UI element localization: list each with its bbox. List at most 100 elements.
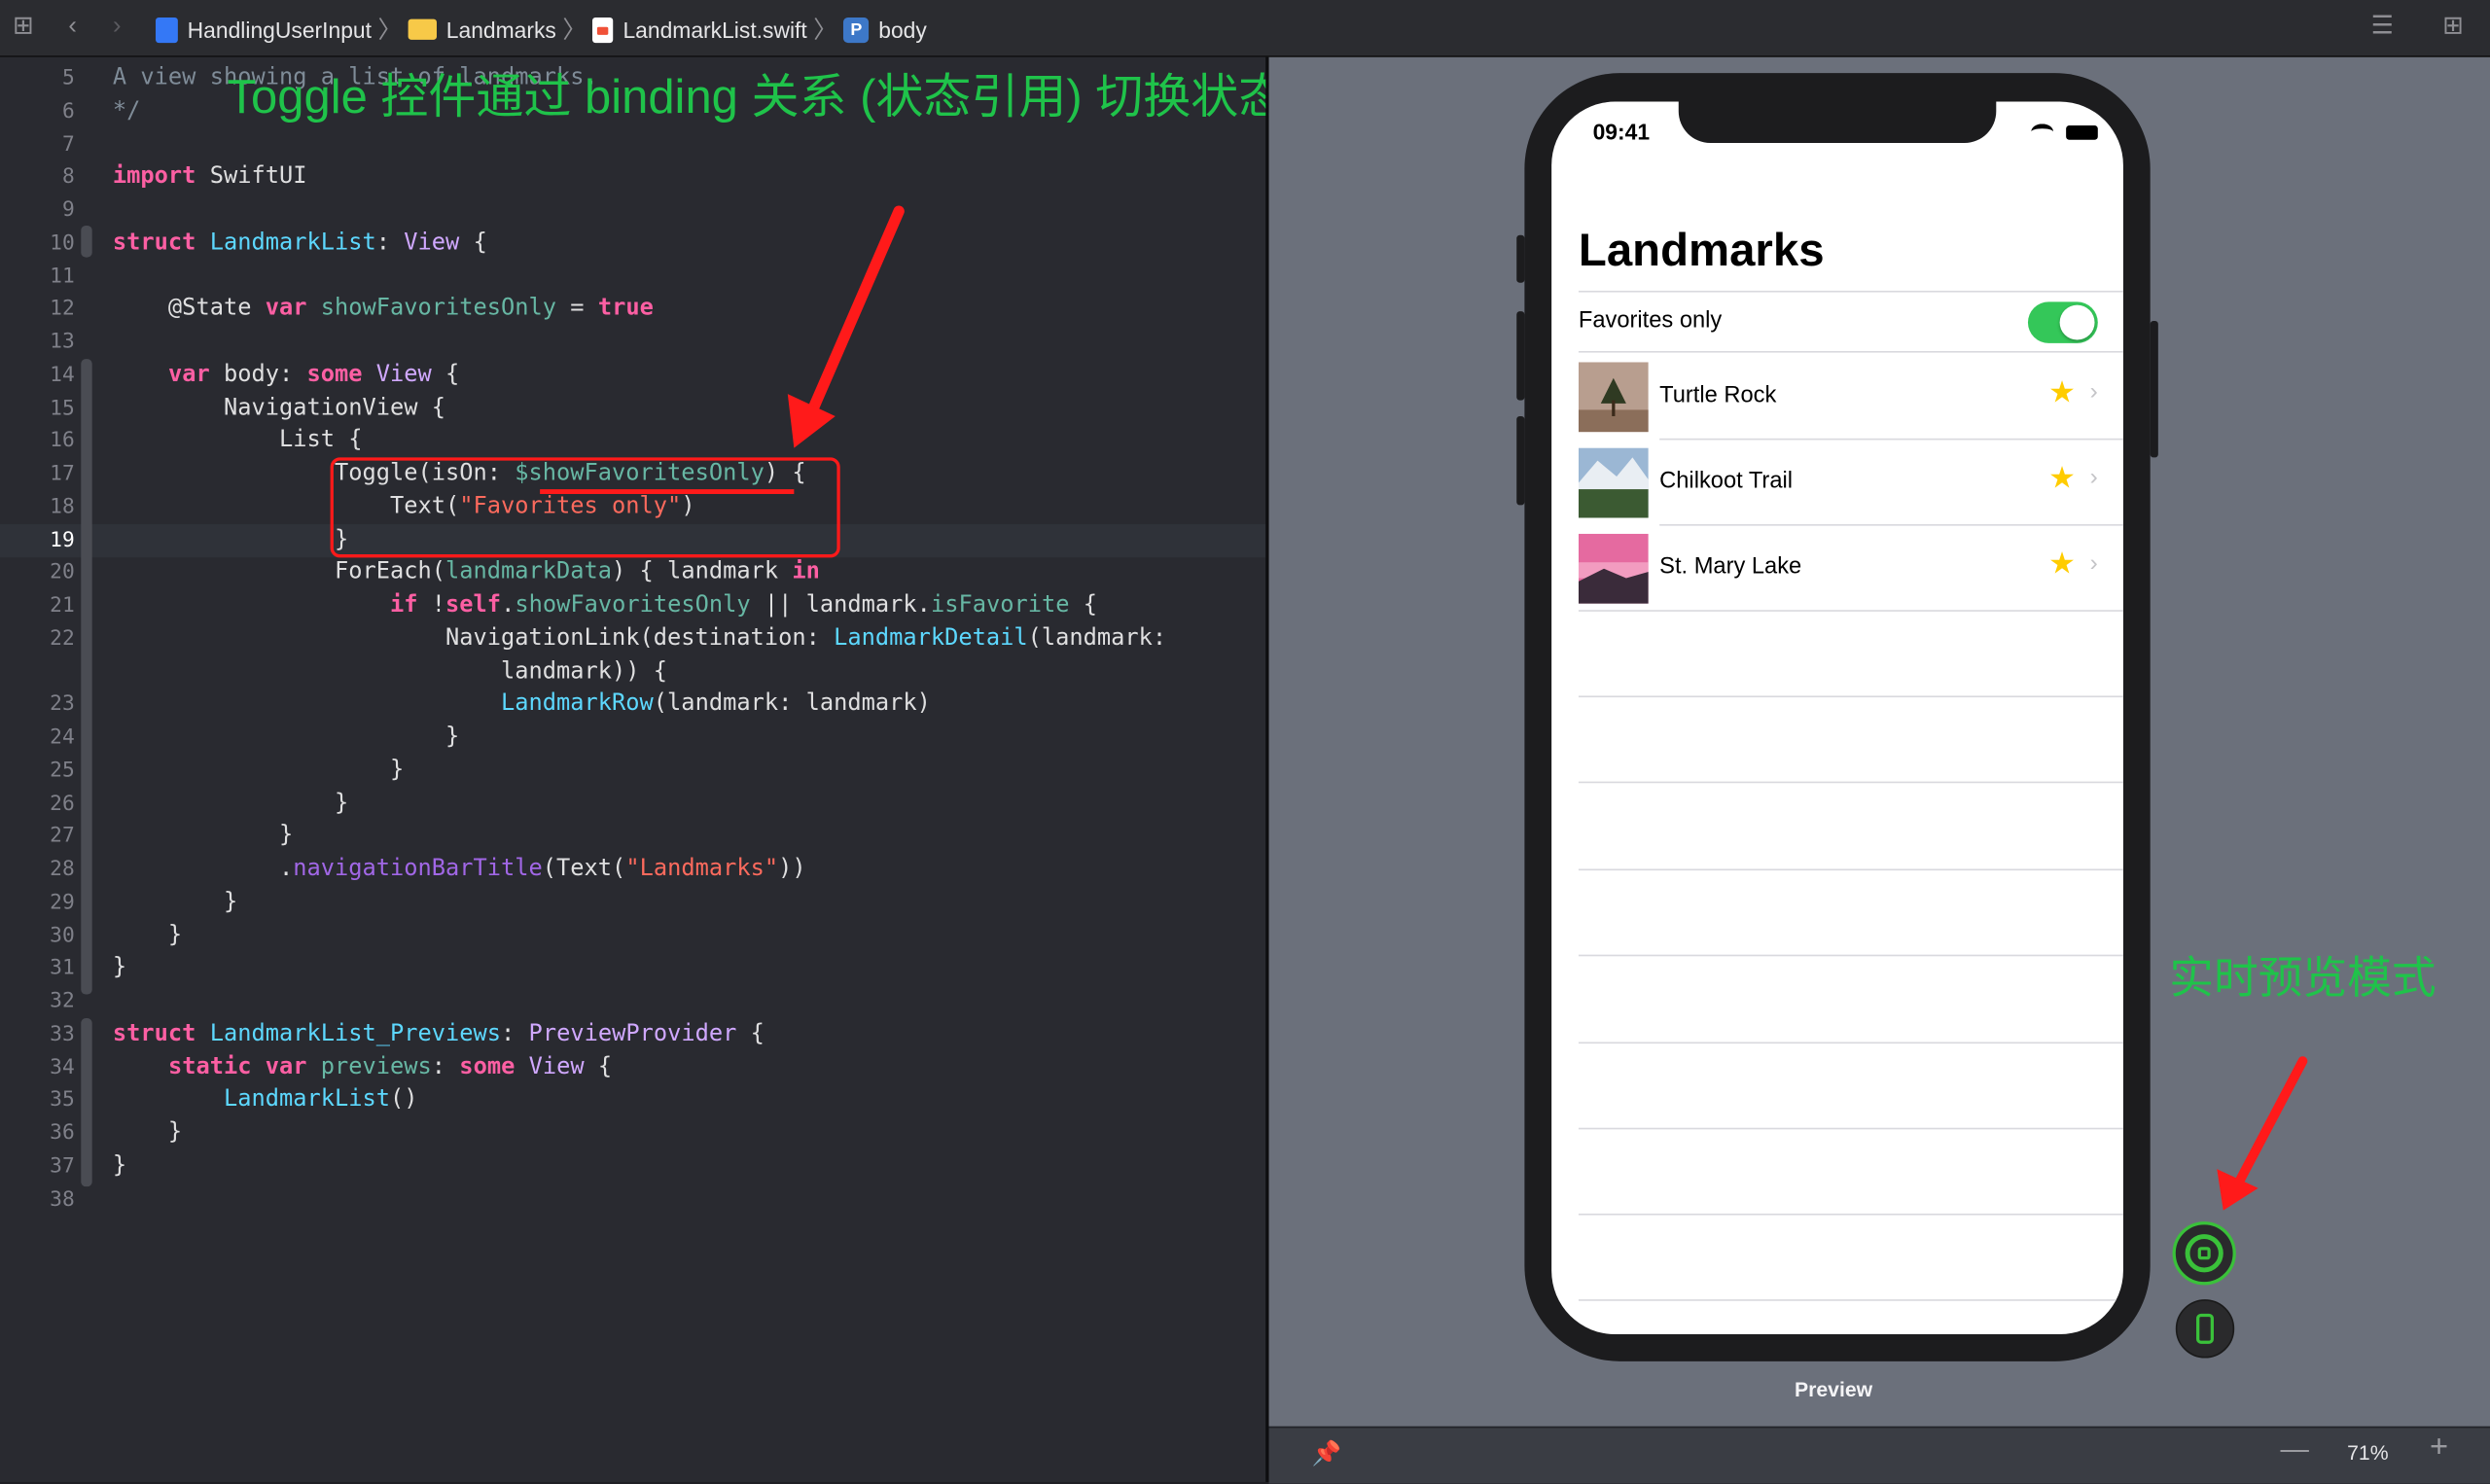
chevron-right-icon: › — [2089, 549, 2098, 577]
line-number: 14 — [50, 363, 75, 388]
code-text: } — [112, 889, 238, 915]
breadcrumb-separator-icon: 〉 — [813, 17, 837, 45]
device-notch — [1678, 101, 1997, 144]
code-line[interactable]: landmark)) { — [0, 655, 1265, 689]
row-divider — [1578, 868, 2123, 871]
code-line[interactable]: 13 — [0, 326, 1265, 359]
breadcrumb-item-project[interactable]: HandlingUserInput — [156, 17, 372, 43]
code-line[interactable]: 29 } — [0, 886, 1265, 919]
line-number: 31 — [50, 956, 75, 981]
status-time: 09:41 — [1592, 119, 1651, 145]
line-number: 7 — [61, 132, 75, 157]
chevron-left-icon[interactable]: ‹ — [68, 11, 77, 43]
favorites-toggle-label: Favorites only — [1578, 307, 1723, 335]
code-line[interactable]: 14 var body: some View { — [0, 359, 1265, 392]
line-number: 34 — [50, 1055, 75, 1079]
device-preview-button[interactable] — [2175, 1299, 2235, 1359]
plus-icon[interactable]: + — [2430, 1430, 2448, 1466]
line-number: 25 — [50, 759, 75, 783]
add-editor-icon[interactable]: ⊞ — [2442, 11, 2464, 43]
device-side-button — [2150, 320, 2158, 458]
line-number: 29 — [50, 890, 75, 915]
code-line[interactable]: 27 } — [0, 820, 1265, 853]
code-line[interactable]: 16 List { — [0, 425, 1265, 458]
code-line[interactable]: 34 static var previews: some View { — [0, 1050, 1265, 1083]
code-line[interactable]: 28 .navigationBarTitle(Text("Landmarks")… — [0, 853, 1265, 886]
code-fold-bar[interactable] — [81, 359, 92, 995]
code-text: } — [112, 823, 294, 849]
highlight-underline — [540, 489, 795, 494]
line-number: 8 — [61, 165, 75, 190]
code-line[interactable]: 37} — [0, 1149, 1265, 1183]
chevron-right-icon[interactable]: › — [113, 11, 122, 43]
device-preview-icon — [2196, 1313, 2214, 1344]
code-line[interactable]: 21 if !self.showFavoritesOnly || landmar… — [0, 589, 1265, 622]
code-line[interactable]: 30 } — [0, 919, 1265, 952]
code-line[interactable]: 9 — [0, 194, 1265, 227]
code-line[interactable]: 33 struct LandmarkList_Previews: PreviewP… — [0, 1018, 1265, 1051]
breadcrumb-item-folder[interactable]: Landmarks — [408, 17, 556, 42]
breadcrumb-separator-icon: 〉 — [377, 17, 403, 45]
code-line[interactable]: 11 — [0, 260, 1265, 293]
line-number: 13 — [50, 330, 75, 355]
code-line[interactable]: 25 } — [0, 754, 1265, 787]
code-line[interactable]: 10 struct LandmarkList: View { — [0, 227, 1265, 260]
breadcrumb-separator-icon: 〉 — [562, 17, 587, 45]
code-text: static var previews: some View { — [167, 1053, 613, 1079]
favorites-toggle[interactable] — [2027, 301, 2098, 343]
list-item[interactable]: St. Mary Lake ★ › — [1578, 524, 2123, 610]
code-line[interactable]: 24 } — [0, 722, 1265, 755]
live-preview-square — [2197, 1247, 2211, 1260]
code-text: struct LandmarkList: View { — [112, 230, 487, 256]
device-side-button — [1516, 234, 1525, 283]
code-line[interactable]: 20 ForEach(landmarkData) { landmark in — [0, 556, 1265, 589]
preview-label: Preview — [1794, 1377, 1873, 1401]
minus-icon[interactable]: — — [2281, 1432, 2309, 1466]
zoom-level[interactable]: 71% — [2347, 1440, 2389, 1465]
code-line[interactable]: 8 import SwiftUI — [0, 160, 1265, 194]
code-text: @State var showFavoritesOnly = true — [112, 296, 654, 322]
code-fold-bar[interactable] — [81, 1018, 92, 1187]
code-text: .navigationBarTitle(Text("Landmarks")) — [112, 856, 806, 882]
code-line[interactable]: 38 — [0, 1183, 1265, 1216]
code-text: landmark)) { — [112, 658, 668, 685]
line-number: 28 — [50, 858, 75, 882]
code-line[interactable]: 26 } — [0, 787, 1265, 820]
code-text: if !self.showFavoritesOnly || landmark.i… — [390, 592, 1098, 618]
line-number: 20 — [50, 560, 75, 585]
breadcrumb-item-symbol[interactable]: P body — [843, 17, 927, 43]
code-line[interactable]: 12 @State var showFavoritesOnly = true — [0, 293, 1265, 326]
property-icon: P — [843, 17, 870, 43]
code-text: var body: some View { — [167, 362, 460, 388]
line-number: 23 — [50, 692, 75, 718]
chevron-right-icon: › — [2089, 463, 2098, 491]
code-line[interactable]: 15 NavigationView { — [0, 392, 1265, 425]
code-line[interactable]: 22 NavigationLink(destination: LandmarkD… — [0, 622, 1265, 655]
row-divider — [1578, 1127, 2123, 1130]
grid-icon[interactable]: ⊞ — [13, 11, 34, 43]
code-text: ForEach(landmarkData) { landmark in — [112, 559, 820, 585]
code-line[interactable]: 23 LandmarkRow(landmark: landmark) — [0, 689, 1265, 722]
row-divider — [1578, 781, 2123, 784]
star-icon: ★ — [2048, 548, 2076, 582]
landmark-name: Chilkoot Trail — [1659, 468, 1794, 494]
code-text: } — [112, 1119, 183, 1146]
list-item[interactable]: Chilkoot Trail ★ › — [1578, 439, 2123, 524]
code-line[interactable]: 31} — [0, 952, 1265, 985]
row-divider — [1578, 290, 2123, 293]
breadcrumb-item-file[interactable]: LandmarkList.swift — [592, 17, 807, 43]
list-item[interactable]: Turtle Rock ★ › — [1578, 353, 2123, 439]
landmark-name: Turtle Rock — [1659, 382, 1777, 408]
pin-icon[interactable]: 📌 — [1312, 1439, 1342, 1467]
code-line[interactable]: 7 — [0, 127, 1265, 160]
line-number: 6 — [61, 99, 75, 124]
editor-options-icon[interactable]: ☰ — [2371, 11, 2394, 43]
code-text: } — [112, 955, 127, 981]
code-line[interactable]: 32 — [0, 985, 1265, 1018]
line-number: 33 — [50, 1022, 75, 1047]
code-line[interactable]: 36 } — [0, 1116, 1265, 1149]
toggle-knob — [2059, 304, 2095, 340]
live-preview-button[interactable] — [2172, 1221, 2236, 1286]
code-fold-bar[interactable] — [81, 225, 92, 258]
code-line[interactable]: 35 LandmarkList() — [0, 1083, 1265, 1116]
